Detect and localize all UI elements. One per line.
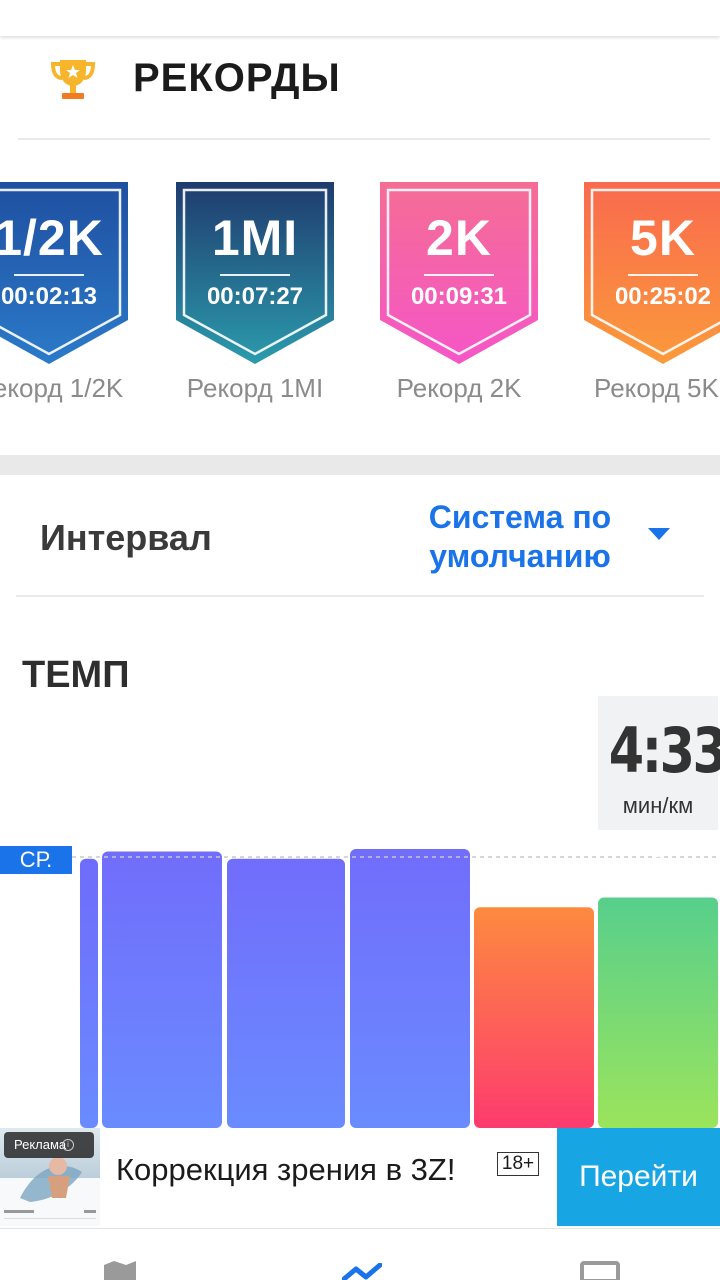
record-caption: Рекорд 1MI <box>186 373 324 403</box>
record-caption: Рекорд 1/2K <box>0 373 124 403</box>
records-title: РЕКОРДЫ <box>133 56 341 100</box>
chart-bar-2[interactable] <box>102 851 222 1128</box>
record-time: 00:25:02 <box>614 283 712 310</box>
chart-bar-5[interactable] <box>474 907 594 1128</box>
pace-chart[interactable] <box>0 690 720 1130</box>
record-distance: 1/2K <box>0 210 104 266</box>
record-caption: Рекорд 2K <box>396 373 522 403</box>
chart-bar-6[interactable] <box>598 897 718 1128</box>
record-distance: 2K <box>426 210 492 266</box>
selected-point <box>648 839 666 857</box>
record-distance: 5K <box>630 210 696 266</box>
running-stats-screen: РЕКОРДЫ 1/2K 00:02:13 Рекорд 1/2K 1MI 00… <box>0 0 720 1280</box>
records-header: РЕКОРДЫ <box>0 40 720 138</box>
chevron-down-icon[interactable] <box>648 528 670 540</box>
gallery-icon[interactable] <box>580 1259 620 1280</box>
info-icon[interactable]: i <box>62 1139 74 1151</box>
record-time: 00:09:31 <box>410 283 508 310</box>
ad-banner[interactable]: Реклама i Коррекция зрения в 3Z! 18+ Пер… <box>0 1128 720 1228</box>
record-caption: Рекорд 5K <box>594 373 719 403</box>
divider <box>16 595 704 597</box>
stats-icon[interactable] <box>342 1263 382 1280</box>
divider <box>14 274 84 276</box>
ad-label: Реклама <box>4 1132 95 1158</box>
section-separator <box>0 455 720 475</box>
record-badge-2k[interactable]: 2K 00:09:31 <box>380 182 538 364</box>
record-badge-1mi[interactable]: 1MI 00:07:27 <box>176 182 334 364</box>
ad-image: Реклама i <box>0 1128 100 1226</box>
ad-text: Коррекция зрения в 3Z! <box>116 1152 456 1187</box>
record-time: 00:02:13 <box>0 283 98 310</box>
map-icon[interactable] <box>102 1259 138 1280</box>
interval-label: Интервал <box>40 517 212 558</box>
record-distance: 1MI <box>211 210 299 266</box>
chart-bar-3[interactable] <box>227 858 345 1128</box>
ad-cta-button[interactable]: Перейти <box>557 1128 720 1226</box>
age-rating-badge: 18+ <box>497 1152 539 1176</box>
record-badge-half-k[interactable]: 1/2K 00:02:13 <box>0 182 128 364</box>
average-tag: СР. <box>0 846 72 874</box>
bottom-navigation <box>0 1228 720 1280</box>
divider <box>220 274 290 276</box>
interval-dropdown[interactable]: Система по умолчанию <box>405 498 635 576</box>
top-app-bar <box>0 0 720 36</box>
record-time: 00:07:27 <box>206 283 304 310</box>
divider <box>628 274 698 276</box>
chart-bar-4[interactable] <box>350 849 470 1128</box>
record-badge-5k[interactable]: 5K 00:25:02 <box>584 182 720 364</box>
divider <box>18 138 710 140</box>
trophy-icon <box>50 60 96 99</box>
chart-bar-1[interactable] <box>80 858 98 1128</box>
divider <box>424 274 494 276</box>
